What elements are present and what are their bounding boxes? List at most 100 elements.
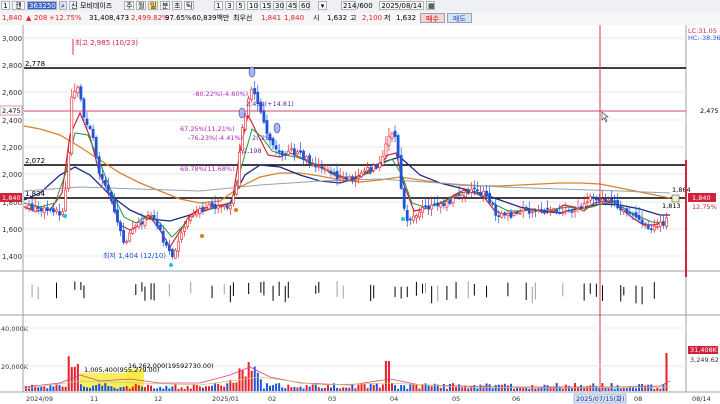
candle-body xyxy=(341,176,345,179)
candle-body xyxy=(140,221,144,225)
period-tab-week[interactable]: 주 xyxy=(124,1,134,10)
candle-body xyxy=(350,176,354,181)
candle-body xyxy=(381,155,385,166)
candle-body xyxy=(146,215,150,218)
period-tab-day[interactable]: 일 xyxy=(148,1,158,10)
candle-body xyxy=(500,213,504,218)
volume-bar xyxy=(308,386,311,391)
minute-btn-5[interactable]: 5 xyxy=(236,1,245,10)
candle-body xyxy=(91,128,95,138)
search-icon[interactable]: ⌕ xyxy=(59,1,67,10)
minute-btn-60[interactable]: 60 xyxy=(299,1,310,10)
volume-bar xyxy=(110,386,113,391)
volume-bar xyxy=(607,388,610,391)
volume-bar xyxy=(134,383,137,391)
volume-bar xyxy=(525,387,528,391)
candle-body xyxy=(411,215,415,221)
minute-btn-45[interactable]: 45 xyxy=(286,1,297,10)
volume-bar xyxy=(143,387,146,391)
volume-bar xyxy=(458,384,461,391)
volume-bar xyxy=(229,380,232,391)
candle-body xyxy=(70,96,74,154)
period-tab-second[interactable]: 초 xyxy=(172,1,182,10)
quote-info-bar: 1,840 ▲ 208 +12.75% 31,408,473 2,499.82%… xyxy=(0,12,720,26)
minute-btn-3[interactable]: 3 xyxy=(225,1,234,10)
minute-btn-15[interactable]: 15 xyxy=(260,1,271,10)
buy-button[interactable]: 매수 xyxy=(420,13,445,23)
candle-body xyxy=(271,138,275,146)
candle-body xyxy=(58,211,61,216)
candle-body xyxy=(201,206,205,212)
candle-body xyxy=(106,184,110,192)
minute-btn-30[interactable]: 30 xyxy=(273,1,284,10)
candle-body xyxy=(317,165,321,168)
candle-body xyxy=(585,201,589,204)
candle-body xyxy=(536,209,540,211)
period-prefix[interactable]: 1 xyxy=(1,1,10,10)
candle-body xyxy=(631,213,635,216)
volume-bar xyxy=(625,388,628,391)
price-tick: 2,400 xyxy=(2,117,22,125)
trade-amount: 60,839백만 xyxy=(192,14,230,22)
minute-btn-10[interactable]: 10 xyxy=(247,1,258,10)
volume-bar xyxy=(513,388,515,391)
volume-bar xyxy=(76,364,79,391)
period-tab-tick[interactable]: 틱 xyxy=(184,1,194,10)
sell-button[interactable]: 매도 xyxy=(447,13,472,23)
left-current-tag-text: 1,840 xyxy=(2,194,21,202)
candle-body xyxy=(366,167,370,171)
volume-bar xyxy=(217,383,220,391)
date-input[interactable]: 2025/08/14 xyxy=(379,1,424,10)
volume-bar xyxy=(67,356,70,391)
candle-body xyxy=(640,219,644,225)
volume-bar xyxy=(226,383,229,391)
volume-bar xyxy=(452,383,454,391)
calendar-icon[interactable]: ▦ xyxy=(426,1,435,10)
volume-bar xyxy=(122,386,125,391)
volume-bar xyxy=(58,385,61,391)
candlestick-chart[interactable]: 3,000 2,800 2,600 2,400 2,200 2,000 1,80… xyxy=(0,25,720,404)
price-annotation: 1,864 xyxy=(672,186,691,194)
candle-body xyxy=(518,212,522,215)
candle-body xyxy=(299,150,302,153)
candle-body xyxy=(128,232,132,242)
volume-bar xyxy=(659,388,662,391)
candle-body xyxy=(33,206,37,212)
volume-bar xyxy=(98,383,101,391)
period-tab-month[interactable]: 월 xyxy=(136,1,146,10)
candle-body xyxy=(97,156,101,174)
period-tab-minute[interactable]: 분 xyxy=(160,1,170,10)
volume-bar xyxy=(235,382,238,391)
dropdown-icon[interactable]: ▾ xyxy=(318,1,327,10)
stock-code-input[interactable]: 363250 xyxy=(27,1,57,10)
chart-kind-select[interactable]: 캔 xyxy=(12,1,25,10)
volume-bar xyxy=(293,386,296,391)
candle-body xyxy=(567,209,571,212)
volume-bar xyxy=(613,388,616,391)
volume-bar xyxy=(147,384,149,391)
change-amount: 208 xyxy=(34,14,48,22)
volume-bar xyxy=(345,387,348,391)
volume-bar xyxy=(259,379,262,391)
count-input[interactable]: 214 xyxy=(341,1,356,10)
candle-body xyxy=(161,231,165,243)
count-total: /600 xyxy=(357,2,373,10)
candle-body xyxy=(329,170,333,173)
candle-body xyxy=(289,148,293,151)
volume-bar xyxy=(491,388,494,391)
candle-body xyxy=(387,135,391,146)
candle-body xyxy=(119,222,122,232)
volume-bar xyxy=(378,387,381,391)
candle-body xyxy=(24,206,28,209)
signal-marker-icon xyxy=(273,122,281,134)
candle-body xyxy=(122,230,126,243)
candle-body xyxy=(616,199,620,209)
candle-body xyxy=(286,150,290,155)
candle-body xyxy=(363,170,366,173)
candle-body xyxy=(408,218,412,221)
volume-bar xyxy=(287,384,290,391)
new-icon[interactable]: 신 xyxy=(69,1,77,10)
minute-btn-1[interactable]: 1 xyxy=(214,1,223,10)
volume-bar xyxy=(528,388,531,391)
candle-body xyxy=(479,191,482,196)
